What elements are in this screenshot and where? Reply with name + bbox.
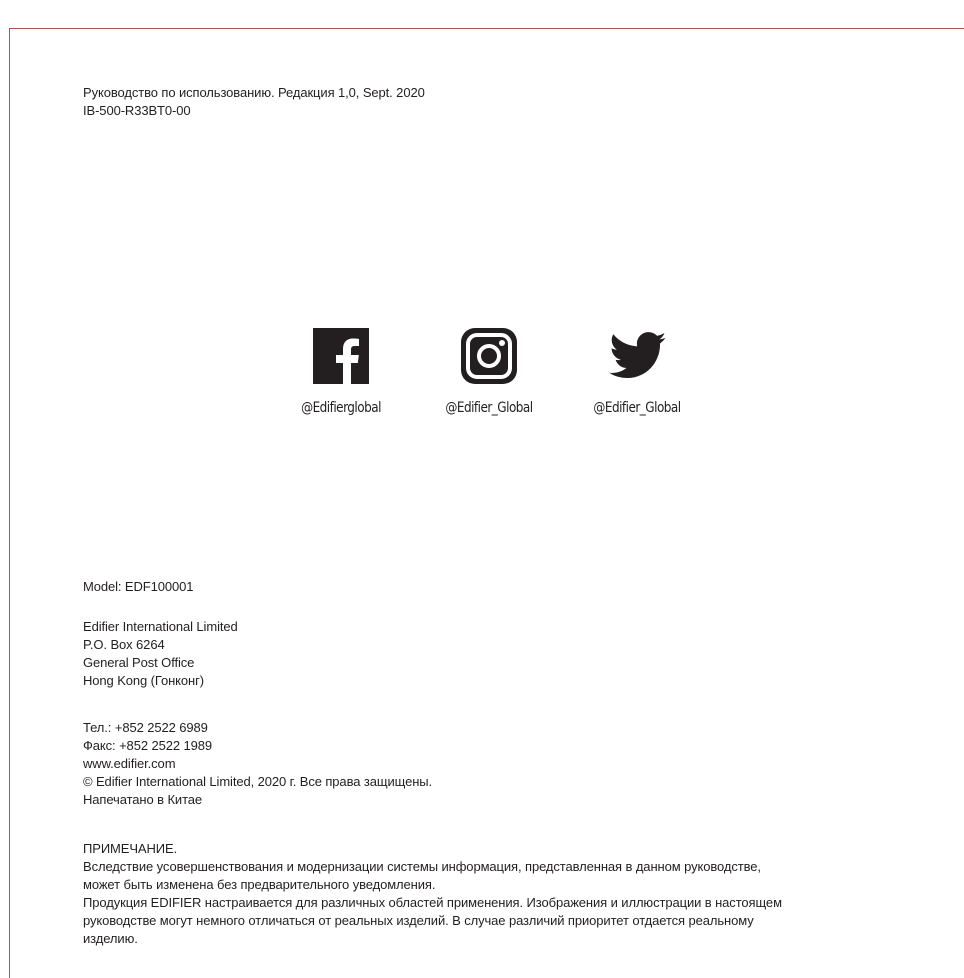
social-twitter[interactable]: @Edifier_Global [567, 326, 707, 416]
page-frame-top [9, 28, 964, 29]
notice-line: руководстве могут немного отличаться от … [83, 913, 754, 928]
facebook-handle: @Edifierglobal [301, 400, 381, 416]
website-link[interactable]: www.edifier.com [83, 755, 432, 773]
printed-in-line: Напечатано в Китае [83, 792, 203, 807]
notice-line: Вследствие усовершенствования и модерниз… [83, 859, 761, 874]
notice-line: Продукция EDIFIER настраивается для разл… [83, 895, 782, 910]
address-line: Hong Kong (Гонконг) [83, 673, 204, 688]
notice-section: ПРИМЕЧАНИЕ. Вследствие усовершенствовани… [83, 840, 782, 948]
address-line: General Post Office [83, 655, 195, 670]
notice-line: может быть изменена без предварительного… [83, 877, 436, 892]
social-instagram[interactable]: @Edifier_Global [419, 326, 559, 416]
address-line: P.O. Box 6264 [83, 637, 165, 652]
fax-line: Факс: +852 2522 1989 [83, 738, 213, 753]
page-frame-left [9, 28, 10, 978]
instagram-icon [461, 328, 517, 384]
social-facebook[interactable]: @Edifierglobal [271, 326, 411, 416]
manual-header: Руководство по использованию. Редакция 1… [83, 84, 425, 120]
document-code: IB-500-R33BT0-00 [83, 103, 191, 118]
notice-title: ПРИМЕЧАНИЕ. [83, 841, 178, 856]
address-line: Edifier International Limited [83, 619, 238, 634]
phone-line: Тел.: +852 2522 6989 [83, 720, 208, 735]
instagram-handle: @Edifier_Global [445, 400, 533, 416]
manual-edition-line: Руководство по использованию. Редакция 1… [83, 85, 425, 100]
model-number: Model: EDF100001 [83, 579, 194, 594]
contact-info: Тел.: +852 2522 6989 Факс: +852 2522 198… [83, 719, 432, 809]
social-links: @Edifierglobal @Edifier_Global @Edifier_… [0, 326, 964, 426]
copyright-line: © Edifier International Limited, 2020 г.… [83, 774, 433, 789]
notice-line: изделию. [83, 931, 138, 946]
twitter-handle: @Edifier_Global [593, 400, 681, 416]
facebook-icon [313, 328, 369, 384]
twitter-icon [609, 332, 666, 378]
company-address: Edifier International Limited P.O. Box 6… [83, 618, 238, 690]
